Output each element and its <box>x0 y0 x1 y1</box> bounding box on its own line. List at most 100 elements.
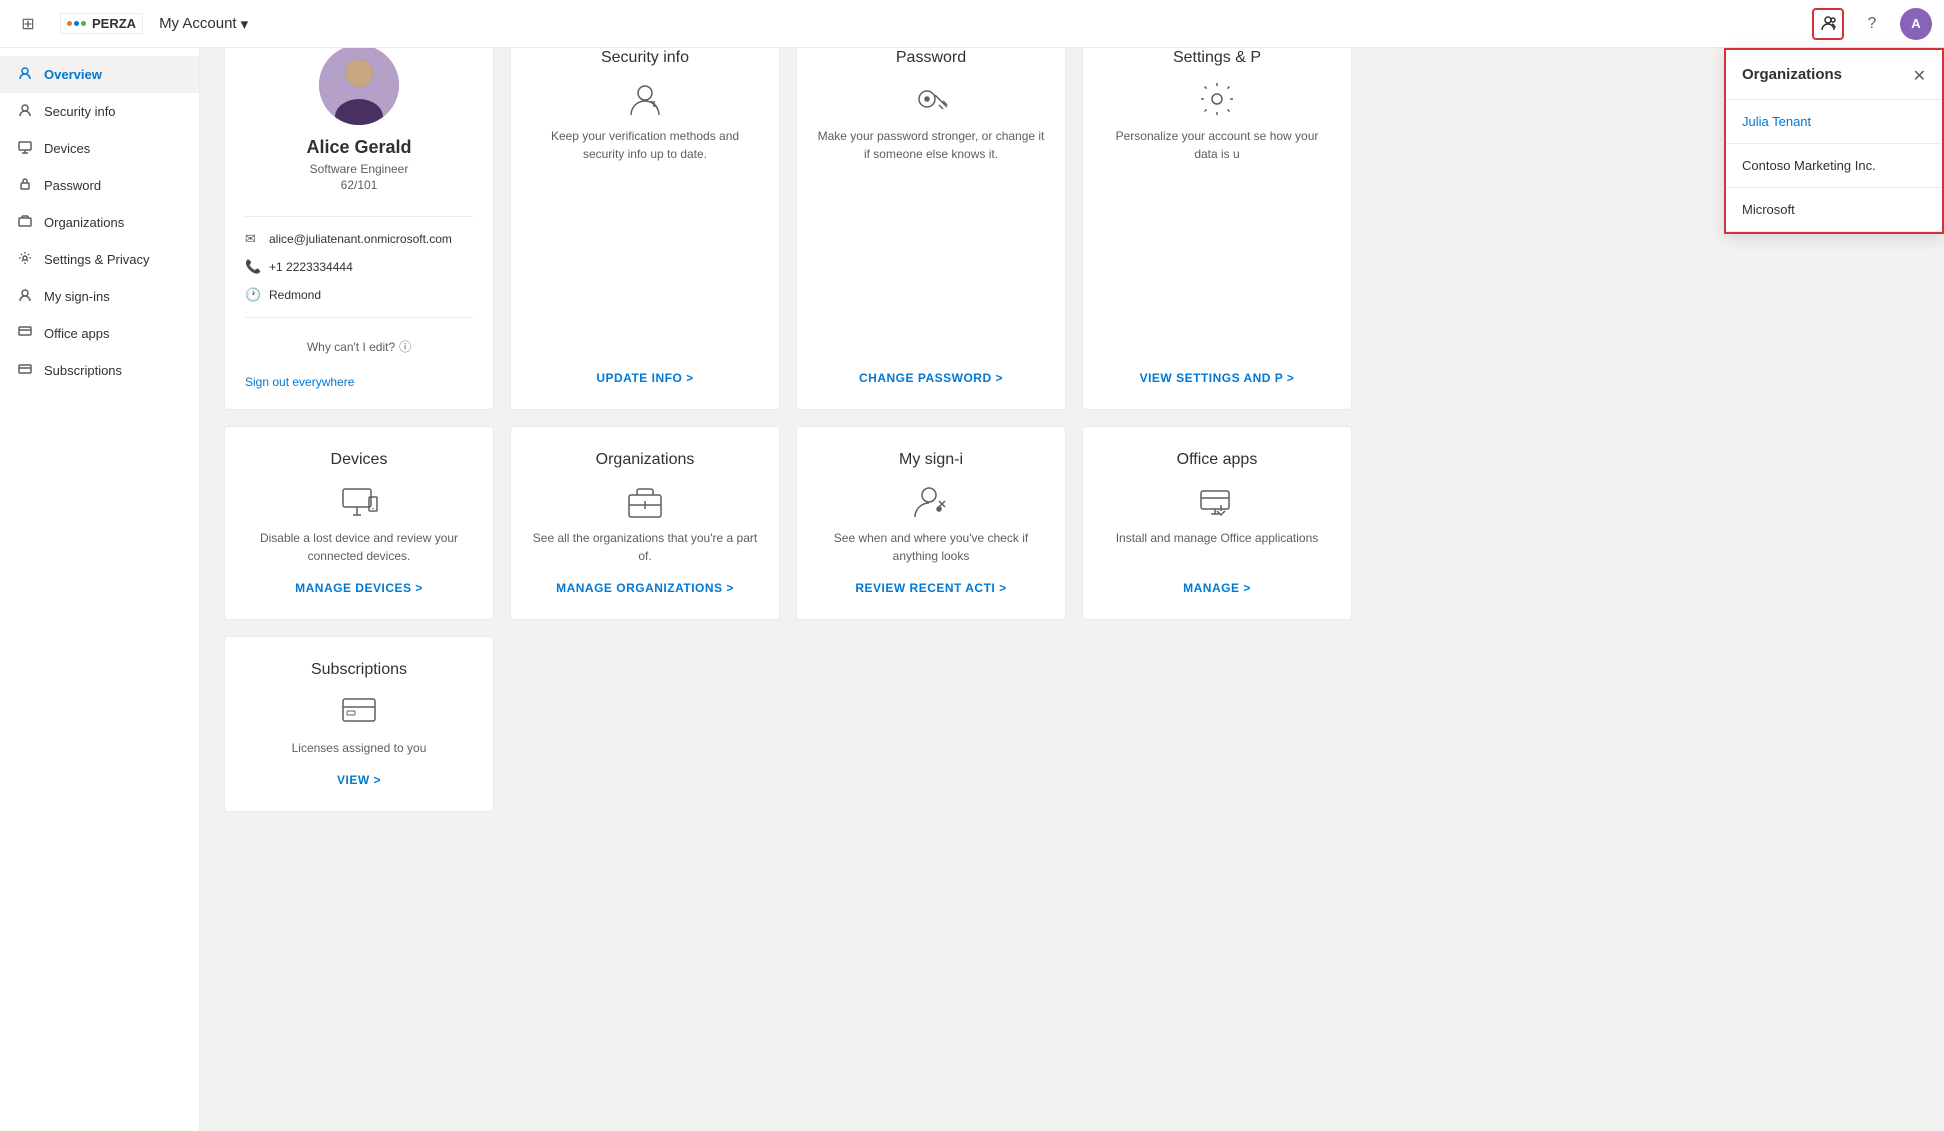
logo-box: PERZA <box>60 13 143 34</box>
nav-icons: ? A <box>1812 8 1932 40</box>
manage-office-label: MANAGE <box>1183 581 1239 595</box>
office-apps-card: Office apps Install and manage Office ap… <box>1082 426 1352 620</box>
settings-card-desc: Personalize your account se how your dat… <box>1103 127 1331 355</box>
sidebar-item-security-info[interactable]: Security info <box>0 93 199 130</box>
help-icon: ? <box>1868 15 1877 33</box>
sidebar-item-overview[interactable]: Overview <box>0 56 199 93</box>
app-title-button[interactable]: My Account ▾ <box>159 15 248 33</box>
review-recent-label: REVIEW RECENT ACTI <box>855 581 995 595</box>
organizations-icon-button[interactable] <box>1812 8 1844 40</box>
avatar-image <box>319 45 399 125</box>
profile-email-row: ✉ alice@juliatenant.onmicrosoft.com <box>245 225 473 253</box>
organizations-card-title: Organizations <box>596 451 695 469</box>
sidebar-item-subscriptions[interactable]: Subscriptions <box>0 352 199 389</box>
organizations-nav-icon <box>16 214 34 231</box>
profile-phone-row: 📞 +1 2223334444 <box>245 253 473 281</box>
organizations-panel: ✕ Organizations Julia Tenant Contoso Mar… <box>1724 48 1944 234</box>
sign-out-link[interactable]: Sign out everywhere <box>245 375 354 389</box>
profile-divider <box>245 216 473 217</box>
view-subscriptions-link[interactable]: VIEW <box>337 773 381 787</box>
sidebar-item-password[interactable]: Password <box>0 167 199 204</box>
manage-organizations-label: MANAGE ORGANIZATIONS <box>556 581 722 595</box>
sidebar-label-overview: Overview <box>44 67 102 82</box>
organizations-card: Organizations See all the organizations … <box>510 426 780 620</box>
org-panel-close-button[interactable]: ✕ <box>1913 66 1926 86</box>
sidebar-label-password: Password <box>44 178 101 193</box>
sidebar: Overview Security info Devices Password … <box>0 48 200 1131</box>
sidebar-item-my-signins[interactable]: My sign-ins <box>0 278 199 315</box>
waffle-icon[interactable]: ⊞ <box>12 8 44 40</box>
subscriptions-card-title: Subscriptions <box>311 661 407 679</box>
password-icon <box>16 177 34 194</box>
password-card: Password Make your password stronger, or… <box>796 24 1066 410</box>
manage-devices-link[interactable]: MANAGE DEVICES <box>295 581 423 595</box>
org-microsoft-name: Microsoft <box>1742 202 1795 217</box>
org-panel-item-contoso[interactable]: Contoso Marketing Inc. <box>1726 144 1942 188</box>
devices-card: Devices Disable a lost device and review… <box>224 426 494 620</box>
review-recent-link[interactable]: REVIEW RECENT ACTI <box>855 581 1006 595</box>
org-panel-item-microsoft[interactable]: Microsoft <box>1726 188 1942 232</box>
security-info-card-desc: Keep your verification methods and secur… <box>531 127 759 355</box>
info-circle-icon: ⓘ <box>399 338 411 355</box>
logo-area: ⊞ PERZA <box>12 8 143 40</box>
sidebar-label-signins: My sign-ins <box>44 289 110 304</box>
office-apps-card-desc: Install and manage Office applications <box>1116 529 1319 565</box>
change-password-label: CHANGE PASSWORD <box>859 371 992 385</box>
profile-info: ✉ alice@juliatenant.onmicrosoft.com 📞 +1… <box>245 225 473 309</box>
sidebar-label-devices: Devices <box>44 141 90 156</box>
manage-office-link[interactable]: MANAGE <box>1183 581 1251 595</box>
subscriptions-card-icon <box>339 691 379 731</box>
logo-dots <box>67 21 86 26</box>
security-info-update-link[interactable]: UPDATE INFO <box>596 371 693 385</box>
user-avatar[interactable]: A <box>1900 8 1932 40</box>
password-card-title: Password <box>896 49 966 67</box>
sidebar-label-security-info: Security info <box>44 104 116 119</box>
security-info-card-title: Security info <box>601 49 689 67</box>
devices-icon <box>16 140 34 157</box>
subscriptions-icon <box>16 362 34 379</box>
sidebar-item-office-apps[interactable]: Office apps <box>0 315 199 352</box>
password-card-icon <box>911 79 951 119</box>
org-icon <box>1819 15 1837 33</box>
settings-card-title: Settings & P <box>1173 49 1261 67</box>
profile-name: Alice Gerald <box>306 137 411 158</box>
security-info-card: Security info Keep your verification met… <box>510 24 780 410</box>
sidebar-label-subscriptions: Subscriptions <box>44 363 122 378</box>
sidebar-item-settings-privacy[interactable]: Settings & Privacy <box>0 241 199 278</box>
change-password-link[interactable]: CHANGE PASSWORD <box>859 371 1003 385</box>
profile-location-row: 🕐 Redmond <box>245 281 473 309</box>
signins-card-icon <box>911 481 951 521</box>
cant-edit-link[interactable]: Why can't I edit? ⓘ <box>307 338 411 355</box>
manage-devices-label: MANAGE DEVICES <box>295 581 411 595</box>
view-subscriptions-label: VIEW <box>337 773 370 787</box>
logo-dot-orange <box>67 21 72 26</box>
settings-card: Settings & P Personalize your account se… <box>1082 24 1352 410</box>
settings-card-icon <box>1197 79 1237 119</box>
security-info-icon <box>16 103 34 120</box>
org-julia-name: Julia Tenant <box>1742 114 1811 129</box>
org-contoso-name: Contoso Marketing Inc. <box>1742 158 1876 173</box>
profile-email: alice@juliatenant.onmicrosoft.com <box>269 232 452 246</box>
organizations-card-icon <box>625 481 665 521</box>
password-card-desc: Make your password stronger, or change i… <box>817 127 1045 355</box>
office-apps-card-title: Office apps <box>1177 451 1258 469</box>
profile-phone: +1 2223334444 <box>269 260 353 274</box>
email-icon: ✉ <box>245 231 261 247</box>
sidebar-item-devices[interactable]: Devices <box>0 130 199 167</box>
overview-icon <box>16 66 34 83</box>
help-icon-button[interactable]: ? <box>1856 8 1888 40</box>
my-signins-card: My sign-i See when and where you've chec… <box>796 426 1066 620</box>
profile-location: Redmond <box>269 288 321 302</box>
profile-divider-2 <box>245 317 473 318</box>
manage-organizations-link[interactable]: MANAGE ORGANIZATIONS <box>556 581 734 595</box>
subscriptions-card-desc: Licenses assigned to you <box>292 739 427 757</box>
profile-avatar <box>319 45 399 125</box>
sidebar-label-organizations: Organizations <box>44 215 124 230</box>
signins-icon <box>16 288 34 305</box>
sidebar-item-organizations[interactable]: Organizations <box>0 204 199 241</box>
settings-icon <box>16 251 34 268</box>
profile-title: Software Engineer <box>310 162 409 176</box>
org-panel-item-julia[interactable]: Julia Tenant <box>1726 100 1942 144</box>
view-settings-link[interactable]: VIEW SETTINGS AND P <box>1140 371 1295 385</box>
logo-dot-green <box>81 21 86 26</box>
